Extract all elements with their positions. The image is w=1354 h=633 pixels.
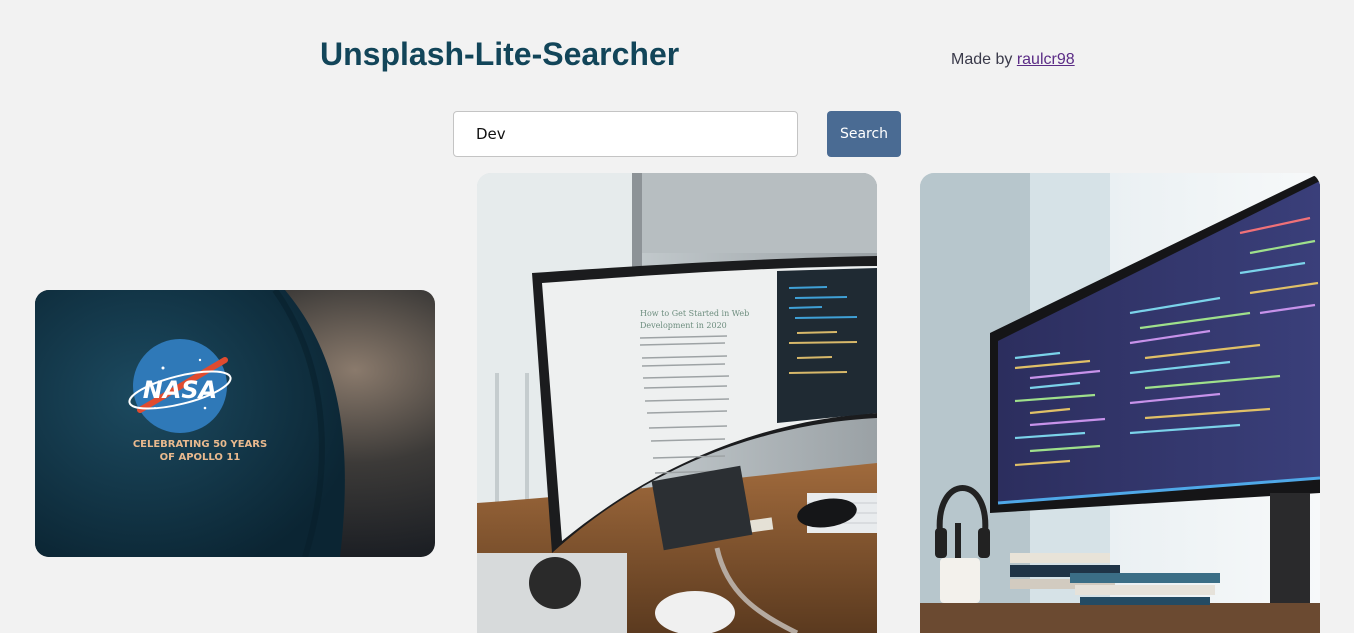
patch-title: NASA	[143, 376, 218, 404]
nasa-sweater-photo: NASA CELEBRATING 50 YEARS OF APOLLO 11	[35, 290, 435, 557]
credit-prefix: Made by	[951, 51, 1013, 68]
app-title: Unsplash-Lite-Searcher	[320, 36, 680, 72]
author-link[interactable]: raulcr98	[1017, 51, 1075, 68]
credit-text: Made by raulcr98	[951, 51, 1075, 69]
result-image-3[interactable]	[920, 173, 1320, 633]
result-image-1[interactable]: NASA CELEBRATING 50 YEARS OF APOLLO 11	[35, 290, 435, 557]
result-image-2[interactable]: How to Get Started in Web Development in…	[477, 173, 877, 633]
monitor-blog-photo: How to Get Started in Web Development in…	[477, 173, 877, 633]
screen-heading-2: Development in 2020	[640, 321, 727, 330]
patch-caption-1: CELEBRATING 50 YEARS	[133, 439, 267, 450]
screen-heading-1: How to Get Started in Web	[640, 309, 749, 318]
search-input[interactable]	[453, 111, 798, 157]
search-button[interactable]: Search	[827, 111, 901, 157]
code-monitor-photo	[920, 173, 1320, 633]
patch-caption-2: OF APOLLO 11	[160, 452, 241, 463]
